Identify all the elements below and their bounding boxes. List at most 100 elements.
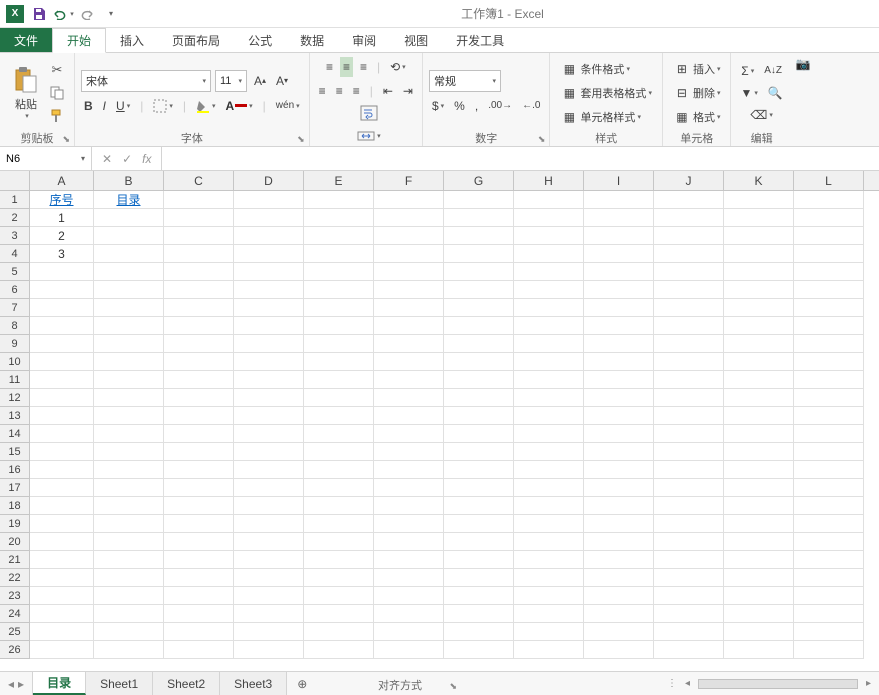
- row-header[interactable]: 4: [0, 245, 29, 263]
- cell[interactable]: [234, 335, 304, 353]
- qat-customize-icon[interactable]: ▾: [100, 3, 122, 25]
- cell[interactable]: [30, 533, 94, 551]
- cell[interactable]: [164, 461, 234, 479]
- enter-formula-icon[interactable]: ✓: [122, 152, 132, 166]
- cell[interactable]: [584, 623, 654, 641]
- sheet-tab[interactable]: Sheet2: [153, 672, 220, 695]
- tab-developer[interactable]: 开发工具: [442, 28, 518, 52]
- cell[interactable]: [304, 605, 374, 623]
- cell[interactable]: [514, 299, 584, 317]
- cell[interactable]: [794, 515, 864, 533]
- cell[interactable]: [30, 587, 94, 605]
- cell[interactable]: [94, 641, 164, 659]
- cell[interactable]: [234, 569, 304, 587]
- cell[interactable]: [164, 299, 234, 317]
- cell[interactable]: [94, 533, 164, 551]
- cell[interactable]: [724, 425, 794, 443]
- cell[interactable]: [234, 389, 304, 407]
- cell[interactable]: [164, 263, 234, 281]
- cell[interactable]: [654, 443, 724, 461]
- find-button[interactable]: 🔍: [765, 83, 786, 103]
- cell[interactable]: [304, 569, 374, 587]
- cell[interactable]: [374, 353, 444, 371]
- cell[interactable]: [724, 461, 794, 479]
- cell[interactable]: [514, 425, 584, 443]
- cell[interactable]: [724, 587, 794, 605]
- increase-indent-icon[interactable]: ⇥: [400, 81, 416, 101]
- formula-input[interactable]: [162, 147, 879, 170]
- cell[interactable]: [654, 533, 724, 551]
- row-header[interactable]: 1: [0, 191, 29, 209]
- cell[interactable]: [164, 605, 234, 623]
- cell[interactable]: [654, 569, 724, 587]
- cell[interactable]: [584, 569, 654, 587]
- cell[interactable]: [304, 443, 374, 461]
- fill-button[interactable]: ▼▾: [737, 83, 760, 103]
- cell[interactable]: [94, 281, 164, 299]
- row-header[interactable]: 2: [0, 209, 29, 227]
- cell[interactable]: [444, 191, 514, 209]
- col-header[interactable]: L: [794, 171, 864, 190]
- cell[interactable]: [444, 299, 514, 317]
- cell[interactable]: [30, 551, 94, 569]
- cell[interactable]: [164, 425, 234, 443]
- col-header[interactable]: A: [30, 171, 94, 190]
- cell[interactable]: [374, 569, 444, 587]
- align-right-icon[interactable]: ≡: [350, 81, 363, 101]
- cell[interactable]: [304, 191, 374, 209]
- cell[interactable]: [164, 281, 234, 299]
- cell[interactable]: [30, 371, 94, 389]
- cell[interactable]: [94, 497, 164, 515]
- cell[interactable]: [374, 227, 444, 245]
- cell[interactable]: [94, 461, 164, 479]
- cell[interactable]: [374, 515, 444, 533]
- cell[interactable]: [654, 281, 724, 299]
- cell[interactable]: [30, 461, 94, 479]
- save-icon[interactable]: [28, 3, 50, 25]
- cell[interactable]: [724, 515, 794, 533]
- cell[interactable]: [444, 335, 514, 353]
- row-header[interactable]: 12: [0, 389, 29, 407]
- cell[interactable]: [444, 389, 514, 407]
- cell[interactable]: [654, 623, 724, 641]
- cell[interactable]: [164, 209, 234, 227]
- cell[interactable]: [584, 281, 654, 299]
- row-header[interactable]: 9: [0, 335, 29, 353]
- cell[interactable]: [304, 353, 374, 371]
- cell[interactable]: [794, 533, 864, 551]
- cell[interactable]: [794, 569, 864, 587]
- row-header[interactable]: 14: [0, 425, 29, 443]
- cell[interactable]: [94, 299, 164, 317]
- cell[interactable]: [584, 551, 654, 569]
- cell[interactable]: [794, 227, 864, 245]
- cell[interactable]: [234, 227, 304, 245]
- underline-button[interactable]: U▾: [113, 96, 133, 116]
- col-header[interactable]: F: [374, 171, 444, 190]
- cell[interactable]: [234, 551, 304, 569]
- tab-insert[interactable]: 插入: [106, 28, 158, 52]
- cell[interactable]: [584, 227, 654, 245]
- cell[interactable]: [234, 299, 304, 317]
- cell[interactable]: [584, 605, 654, 623]
- cell[interactable]: [304, 641, 374, 659]
- sheet-nav-next-icon[interactable]: ▸: [18, 677, 24, 691]
- cell[interactable]: [794, 497, 864, 515]
- cell[interactable]: [374, 389, 444, 407]
- cell[interactable]: [514, 371, 584, 389]
- insert-cells-button[interactable]: ⊞插入▾: [669, 58, 725, 80]
- cell[interactable]: [94, 353, 164, 371]
- launcher-icon[interactable]: ⬊: [538, 134, 546, 145]
- cell[interactable]: [584, 371, 654, 389]
- cell[interactable]: [654, 353, 724, 371]
- cell[interactable]: [374, 191, 444, 209]
- cell[interactable]: [724, 353, 794, 371]
- cell[interactable]: [654, 551, 724, 569]
- cell[interactable]: [234, 317, 304, 335]
- cell[interactable]: [444, 371, 514, 389]
- cell[interactable]: [374, 443, 444, 461]
- cell[interactable]: [164, 551, 234, 569]
- cell[interactable]: [654, 335, 724, 353]
- cell[interactable]: [30, 335, 94, 353]
- cell[interactable]: [514, 623, 584, 641]
- bold-button[interactable]: B: [81, 96, 96, 116]
